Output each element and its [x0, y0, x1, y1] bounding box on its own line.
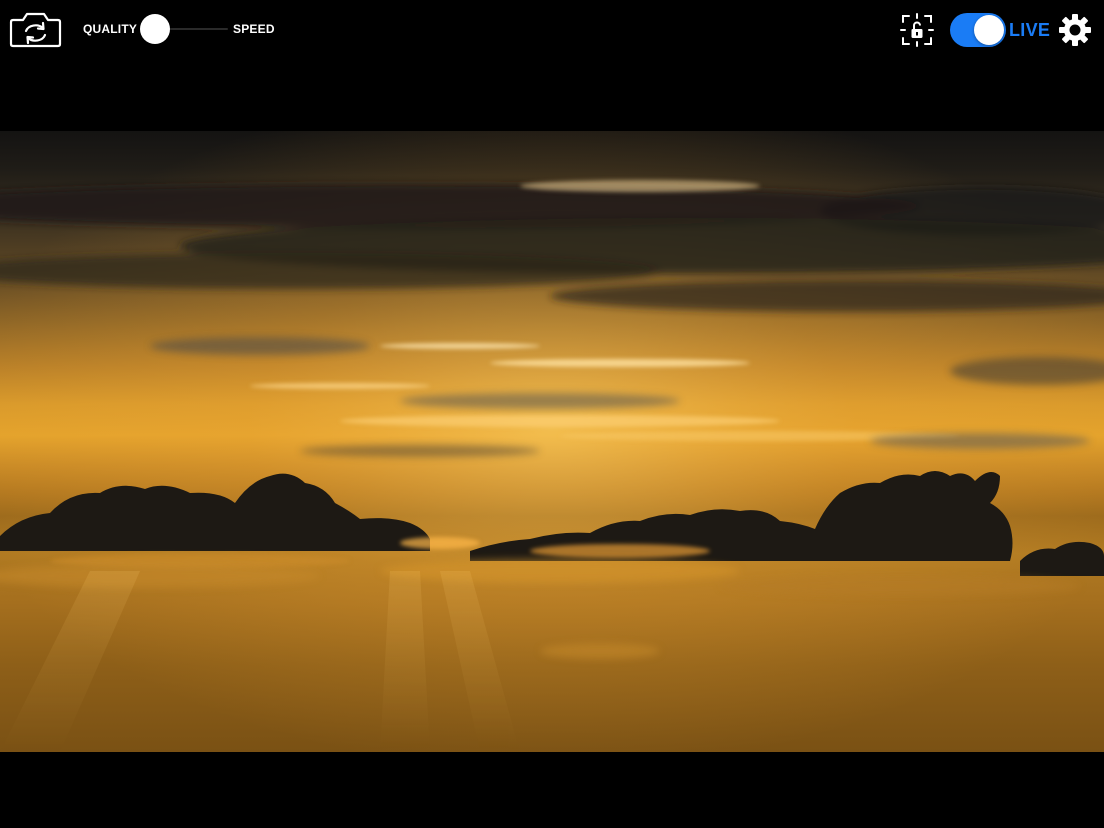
- camera-app: QUALITY SPEED LIVE: [0, 0, 1104, 828]
- live-toggle-knob: [974, 15, 1004, 45]
- focus-lock-icon: [900, 13, 934, 47]
- camera-preview[interactable]: [0, 131, 1104, 752]
- quality-speed-slider[interactable]: [139, 14, 228, 44]
- gear-icon: [1059, 14, 1091, 46]
- focus-lock-button[interactable]: [900, 12, 934, 48]
- switch-camera-button[interactable]: [9, 10, 62, 48]
- sunset-sky-image: [0, 131, 1104, 752]
- live-label: LIVE: [1009, 20, 1051, 40]
- live-toggle[interactable]: [950, 13, 1006, 47]
- slider-thumb[interactable]: [139, 14, 170, 44]
- settings-button[interactable]: [1058, 13, 1092, 47]
- speed-label: SPEED: [233, 22, 275, 36]
- camera-rotate-icon: [9, 12, 62, 48]
- quality-label: QUALITY: [83, 22, 138, 36]
- top-toolbar: QUALITY SPEED LIVE: [0, 0, 1104, 60]
